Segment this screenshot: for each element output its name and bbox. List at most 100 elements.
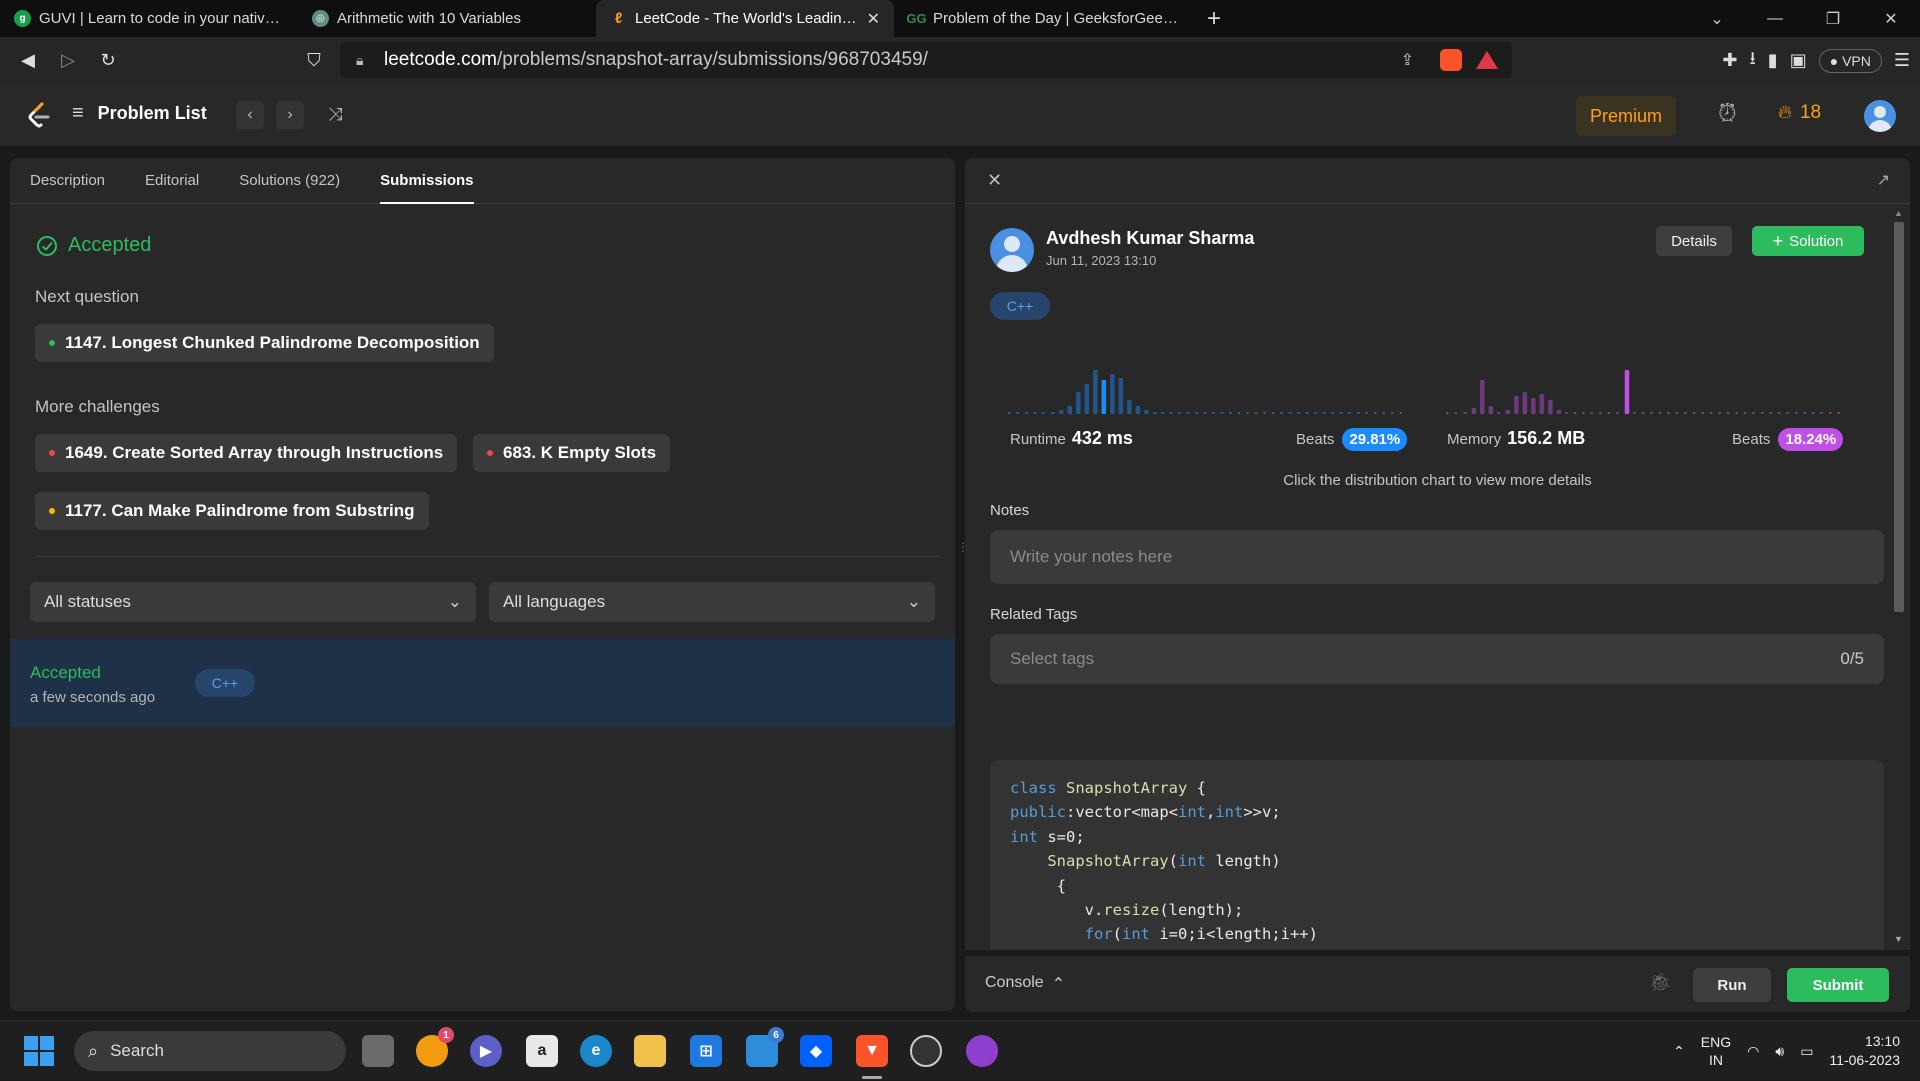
distribution-dot [1446,412,1449,414]
distribution-dot [1650,412,1653,414]
code-viewer[interactable]: class SnapshotArray {public:vector<map<i… [990,760,1884,950]
file-explorer-icon[interactable] [634,1035,666,1067]
distribution-dot [1743,412,1747,414]
vpn-button[interactable]: ● VPN [1818,48,1882,73]
next-problem-button[interactable]: › [276,101,304,129]
back-icon[interactable]: ◀ [8,41,48,81]
distribution-dot [1590,412,1594,414]
browser-tab-leetcode[interactable]: ℓ LeetCode - The World's Leading C ✕ [596,0,894,37]
clock[interactable]: 13:10 11-06-2023 [1829,1032,1900,1070]
tab-search-chevron-icon[interactable]: ⌄ [1688,0,1746,37]
leetcode-logo-icon[interactable] [26,102,52,130]
microsoft-store-icon[interactable]: ⊞ [690,1035,722,1067]
tab-solutions[interactable]: Solutions (922) [239,158,340,203]
menu-icon[interactable]: ☰ [1894,50,1910,71]
restore-icon[interactable]: ❐ [1804,0,1862,37]
amazon-icon[interactable]: a [526,1035,558,1067]
streak-counter[interactable]: 🔥︎ 18 [1778,102,1821,124]
download-icon[interactable]: ⭳ [1749,46,1755,76]
scrollbar[interactable]: ▲ ▼ [1892,208,1906,948]
url-field[interactable]: 🔒︎ leetcode.com/problems/snapshot-array/… [340,42,1512,78]
console-toggle[interactable]: Console ⌃ [985,974,1065,994]
details-button[interactable]: Details [1656,226,1732,256]
language-indicator[interactable]: ENG IN [1701,1033,1731,1069]
close-window-icon[interactable]: ✕ [1862,0,1920,37]
taskbar-search[interactable]: ⌕ Search [74,1031,346,1071]
scrollbar-thumb[interactable] [1894,222,1904,612]
tab-editorial[interactable]: Editorial [145,158,199,203]
shuffle-icon[interactable]: ⤨ [328,104,342,125]
challenge-link[interactable]: 1177. Can Make Palindrome from Substring [35,492,429,530]
debug-bug-icon[interactable]: 🐞︎ [1649,972,1672,993]
prev-problem-button[interactable]: ‹ [236,101,264,129]
language-filter-select[interactable]: All languages ⌄ [489,582,935,622]
author-name[interactable]: Avdhesh Kumar Sharma [1046,228,1254,249]
runtime-distribution-chart[interactable] [1007,358,1407,418]
avatar[interactable] [1864,100,1896,132]
windows-start-icon[interactable] [24,1036,54,1066]
run-button[interactable]: Run [1693,968,1771,1002]
table-row[interactable]: Accepted a few seconds ago C++ [10,639,955,727]
browser-tab-guvi[interactable]: g GUVI | Learn to code in your native la… [0,0,298,37]
distribution-dot [1399,412,1402,414]
github-desktop-icon[interactable] [966,1035,998,1067]
reload-icon[interactable]: ↻ [88,41,128,81]
tab-submissions[interactable]: Submissions [380,158,474,204]
active-app-indicator [862,1076,882,1079]
sidebar-icon[interactable]: ▮ [1768,50,1778,71]
beats-label: Beats [1296,431,1335,448]
memory-distribution-chart[interactable] [1445,358,1845,418]
minimize-icon[interactable]: — [1746,0,1804,37]
submit-button[interactable]: Submit [1787,968,1889,1002]
brave-rewards-icon[interactable] [1476,51,1498,69]
notes-input[interactable]: Write your notes here [990,530,1884,584]
status-filter-select[interactable]: All statuses ⌄ [30,582,476,622]
chevron-up-icon[interactable]: ⌃ [1673,1043,1685,1060]
vscode-icon[interactable]: 6 [746,1027,784,1067]
problem-list-button[interactable]: ≡ Problem List [72,102,207,125]
external-link-icon[interactable]: ↗ [1877,170,1890,190]
memory-value: 156.2 MB [1507,428,1586,448]
challenge-link[interactable]: 1649. Create Sorted Array through Instru… [35,434,458,472]
wifi-icon[interactable]: ◠ [1747,1043,1759,1060]
chevron-down-icon: ⌄ [906,592,921,611]
dropbox-icon[interactable]: ◆ [800,1035,832,1067]
teams-icon[interactable]: ▶ [470,1035,502,1067]
distribution-dot [1497,412,1500,414]
app-orange-icon[interactable]: 1 [416,1027,454,1067]
challenge-link[interactable]: 683. K Empty Slots [473,434,671,472]
scroll-up-icon[interactable]: ▲ [1894,208,1903,218]
distribution-bar [1539,394,1545,414]
distribution-dot [1658,412,1662,414]
edge-icon[interactable]: e [580,1035,612,1067]
task-view-icon[interactable] [362,1035,394,1067]
scroll-down-icon[interactable]: ▼ [1894,934,1903,944]
premium-button[interactable]: Premium [1576,96,1676,136]
distribution-dot [1297,412,1300,414]
extensions-icon[interactable]: ✚ [1722,50,1737,71]
distribution-bar-current [1624,370,1630,414]
distribution-dot [1641,412,1645,414]
browser-tab-gfg[interactable]: GG Problem of the Day | GeeksforGeeks | … [894,0,1192,37]
tab-description[interactable]: Description [30,158,105,203]
bookmark-icon[interactable]: ⛉ [294,41,334,81]
distribution-bar [1110,374,1115,414]
close-tab-icon[interactable]: ✕ [867,9,880,29]
alarm-clock-icon[interactable]: ⏰︎ [1718,100,1737,128]
obs-icon[interactable] [910,1035,942,1067]
brave-browser-icon[interactable]: ▼ [856,1035,888,1067]
share-icon[interactable]: ⇪ [1401,50,1414,70]
add-solution-button[interactable]: + Solution [1752,226,1864,256]
new-tab-button[interactable]: + [1192,0,1236,37]
avatar[interactable] [990,228,1034,272]
tags-select[interactable]: Select tags 0/5 [990,634,1884,684]
next-question-link[interactable]: 1147. Longest Chunked Palindrome Decompo… [35,324,494,362]
browser-tab-chatgpt[interactable]: ◎ Arithmetic with 10 Variables [298,0,596,37]
volume-icon[interactable]: 🔊︎ [1775,1043,1784,1060]
wallet-icon[interactable]: ▣ [1790,50,1807,71]
battery-icon[interactable]: ▭ [1800,1043,1813,1060]
close-icon[interactable]: ✕ [987,170,1002,191]
panel-resize-handle[interactable]: ⋮ [957,541,969,566]
forward-icon[interactable]: ▷ [48,41,88,81]
brave-shields-icon[interactable] [1440,49,1462,71]
